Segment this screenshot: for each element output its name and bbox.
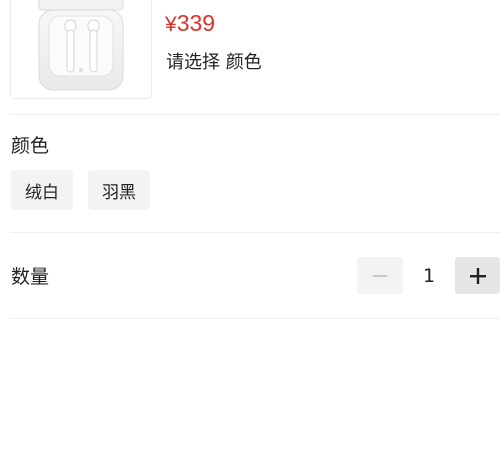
- product-options-sheet: ¥339 请选择 颜色 颜色 绒白 羽黑 数量 1: [0, 0, 500, 474]
- divider: [10, 318, 500, 319]
- divider: [10, 114, 500, 115]
- color-section-title: 颜色: [11, 135, 50, 157]
- currency-symbol: ¥: [165, 13, 177, 36]
- product-price: ¥339: [165, 10, 215, 37]
- quantity-section-title: 数量: [11, 266, 50, 288]
- quantity-value[interactable]: 1: [403, 257, 455, 294]
- plus-icon: [469, 267, 486, 284]
- quantity-decrease-button[interactable]: [357, 257, 403, 294]
- minus-icon: [373, 274, 387, 277]
- product-image: [10, 0, 152, 99]
- divider: [10, 232, 500, 233]
- color-option-white[interactable]: 绒白: [11, 170, 73, 210]
- quantity-increase-button[interactable]: [455, 257, 500, 294]
- color-option-black[interactable]: 羽黑: [88, 170, 150, 210]
- selection-hint: 请选择 颜色: [166, 52, 262, 73]
- price-value: 339: [176, 10, 216, 36]
- earbuds-case-image: [38, 0, 124, 91]
